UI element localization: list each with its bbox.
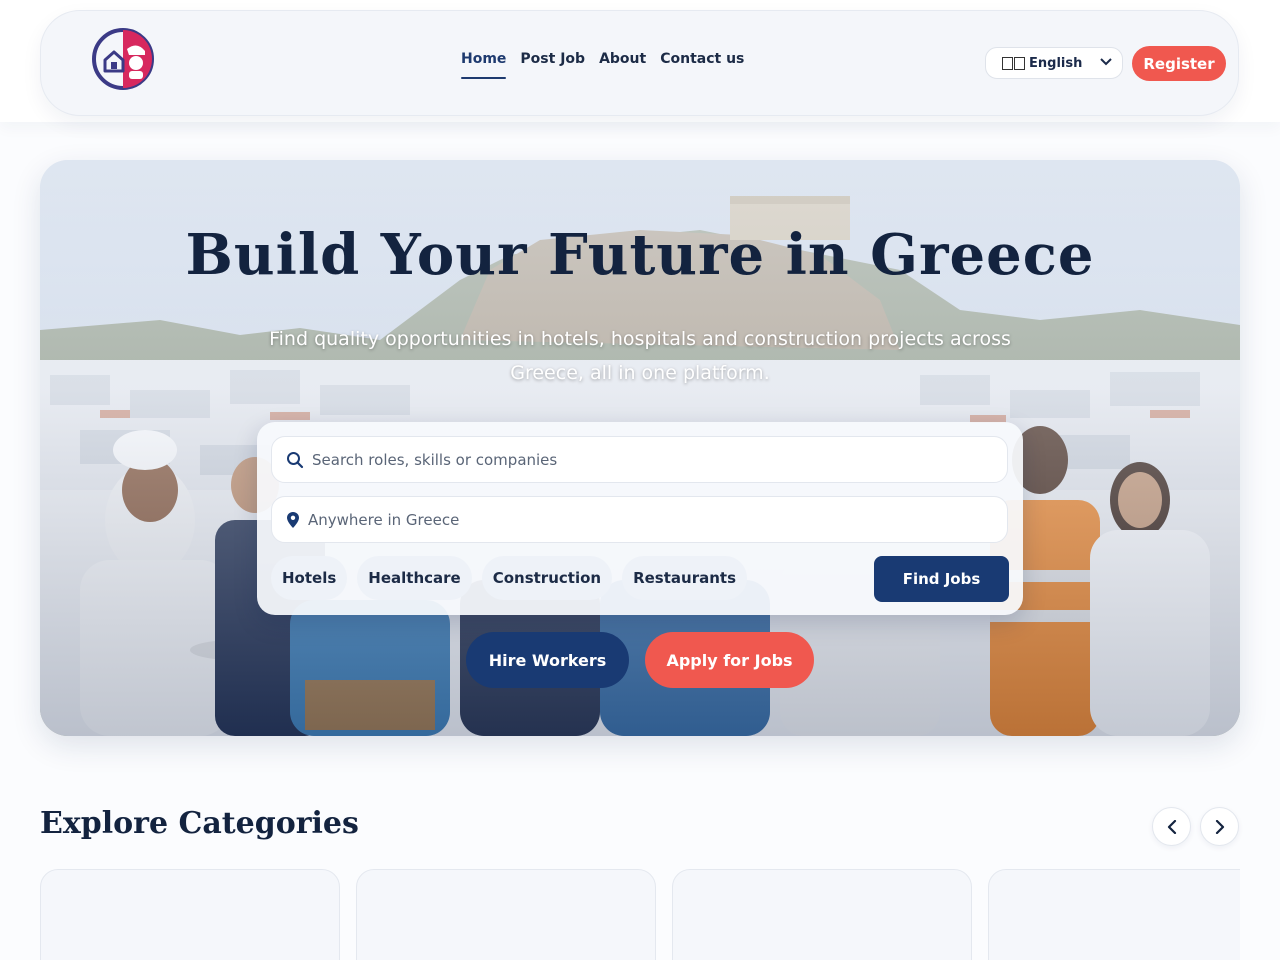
category-carousel — [40, 869, 1240, 960]
site-header: Home Post Job About Contact us English R… — [40, 10, 1239, 116]
nav-item-about[interactable]: About — [599, 51, 646, 79]
chevron-right-icon — [1215, 819, 1224, 834]
category-card[interactable] — [672, 869, 972, 960]
location-pin-icon — [286, 511, 300, 529]
hero-section: Build Your Future in Greece Find quality… — [40, 160, 1240, 736]
hero-title: Build Your Future in Greece — [185, 222, 1095, 288]
chevron-left-icon — [1167, 819, 1176, 834]
chip-restaurants[interactable]: Restaurants — [622, 556, 747, 600]
category-card[interactable] — [356, 869, 656, 960]
carousel-prev-button[interactable] — [1152, 807, 1191, 846]
nav-item-contact[interactable]: Contact us — [660, 51, 744, 79]
category-card[interactable] — [40, 869, 340, 960]
nav-item-home[interactable]: Home — [461, 51, 507, 79]
language-label: English — [1029, 55, 1083, 71]
location-input[interactable] — [308, 510, 1007, 529]
carousel-next-button[interactable] — [1200, 807, 1239, 846]
chip-hotels[interactable]: Hotels — [271, 556, 348, 600]
role-search-field[interactable] — [271, 436, 1008, 483]
hero-subtitle: Find quality opportunities in hotels, ho… — [269, 328, 1011, 384]
role-search-input[interactable] — [312, 450, 1007, 469]
nav-item-post-job[interactable]: Post Job — [520, 51, 585, 79]
category-chips: Hotels Healthcare Construction Restauran… — [271, 556, 747, 600]
category-card[interactable] — [988, 869, 1240, 960]
chip-healthcare[interactable]: Healthcare — [357, 556, 472, 600]
location-field[interactable] — [271, 496, 1008, 543]
search-card: Hotels Healthcare Construction Restauran… — [257, 422, 1023, 615]
chip-construction[interactable]: Construction — [481, 556, 613, 600]
hire-workers-button[interactable]: Hire Workers — [466, 632, 629, 688]
flag-placeholder-icon — [1002, 56, 1025, 70]
apply-for-jobs-button[interactable]: Apply for Jobs — [645, 632, 814, 688]
register-button[interactable]: Register — [1132, 46, 1226, 81]
categories-title: Explore Categories — [40, 806, 359, 841]
find-jobs-button[interactable]: Find Jobs — [874, 556, 1009, 602]
search-icon — [286, 451, 304, 469]
main-nav: Home Post Job About Contact us — [461, 51, 744, 79]
brand-logo-icon[interactable] — [91, 27, 155, 91]
chevron-down-icon — [1100, 57, 1112, 69]
language-select[interactable]: English — [985, 47, 1123, 79]
